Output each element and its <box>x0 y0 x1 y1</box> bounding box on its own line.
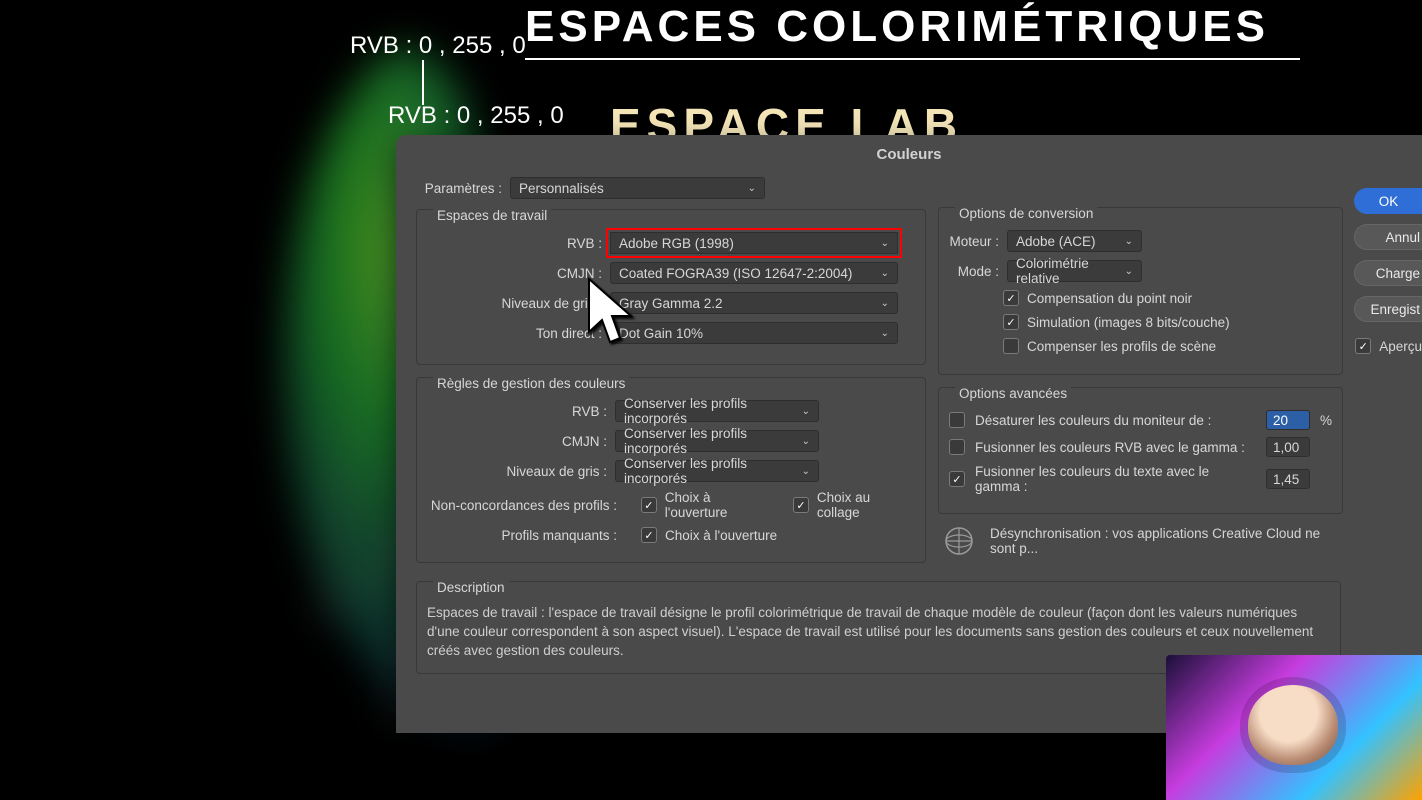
marker-line <box>422 60 424 105</box>
merge-txt-text: Fusionner les couleurs du texte avec le … <box>975 464 1256 494</box>
ws-spot-select[interactable]: Dot Gain 10% ⌄ <box>610 322 898 344</box>
ok-button[interactable]: OK <box>1354 188 1422 214</box>
title-rule <box>525 58 1300 60</box>
rgb-coordinates-2: RVB : 0 , 255 , 0 <box>388 102 564 130</box>
color-settings-dialog: Couleurs Paramètres : Personnalisés ⌄ Es… <box>396 135 1422 733</box>
desync-text: Désynchronisation : vos applications Cre… <box>990 526 1343 556</box>
chevron-down-icon: ⌄ <box>748 183 756 194</box>
merge-rvb-text: Fusionner les couleurs RVB avec le gamma… <box>975 440 1256 455</box>
ws-gray-label: Niveaux de gris : <box>427 296 602 311</box>
scene-text: Compenser les profils de scène <box>1027 339 1216 354</box>
sim-checkbox[interactable] <box>1003 314 1019 330</box>
rgb-coordinates-1: RVB : 0 , 255 , 0 <box>350 32 526 60</box>
desat-text: Désaturer les couleurs du moniteur de : <box>975 413 1256 428</box>
preview-checkbox[interactable] <box>1355 338 1371 354</box>
ws-rvb-select[interactable]: Adobe RGB (1998) ⌄ <box>610 232 898 254</box>
mismatch-open-checkbox[interactable] <box>641 497 657 513</box>
mode-value: Colorimétrie relative <box>1016 256 1119 286</box>
rules-fieldset: Règles de gestion des couleurs RVB : Con… <box>416 377 926 563</box>
chevron-down-icon: ⌄ <box>881 298 889 309</box>
desync-icon <box>944 526 974 556</box>
button-panel: OK Annul Charge Enregist <box>1354 188 1422 332</box>
ws-rvb-value: Adobe RGB (1998) <box>619 236 734 251</box>
rule-gray-select[interactable]: Conserver les profils incorporés ⌄ <box>615 460 819 482</box>
merge-txt-checkbox[interactable] <box>949 471 965 487</box>
rule-rvb-label: RVB : <box>427 404 607 419</box>
mismatch-paste-text: Choix au collage <box>817 490 915 520</box>
mismatch-open-text: Choix à l'ouverture <box>665 490 775 520</box>
conversion-fieldset: Options de conversion Moteur : Adobe (AC… <box>938 207 1343 375</box>
rules-legend: Règles de gestion des couleurs <box>433 376 629 391</box>
ws-spot-label: Ton direct : <box>427 326 602 341</box>
merge-txt-value-input[interactable]: 1,45 <box>1266 469 1310 489</box>
rule-rvb-value: Conserver les profils incorporés <box>624 396 796 426</box>
chevron-down-icon: ⌄ <box>1125 236 1133 247</box>
sim-text: Simulation (images 8 bits/couche) <box>1027 315 1230 330</box>
ws-rvb-label: RVB : <box>427 236 602 251</box>
bpc-checkbox[interactable] <box>1003 290 1019 306</box>
workspaces-legend: Espaces de travail <box>433 208 551 223</box>
workspaces-fieldset: Espaces de travail RVB : Adobe RGB (1998… <box>416 209 926 365</box>
scene-checkbox[interactable] <box>1003 338 1019 354</box>
ws-cmjn-label: CMJN : <box>427 266 602 281</box>
chevron-down-icon: ⌄ <box>881 238 889 249</box>
merge-rvb-value-input[interactable]: 1,00 <box>1266 437 1310 457</box>
page-title: ESPACES COLORIMÉTRIQUES <box>525 2 1269 52</box>
params-value: Personnalisés <box>519 181 604 196</box>
desat-value-input[interactable]: 20 <box>1266 410 1310 430</box>
chevron-down-icon: ⌄ <box>1125 266 1133 277</box>
missing-open-text: Choix à l'ouverture <box>665 528 777 543</box>
engine-select[interactable]: Adobe (ACE) ⌄ <box>1007 230 1142 252</box>
ws-cmjn-value: Coated FOGRA39 (ISO 12647-2:2004) <box>619 266 852 281</box>
rule-cmjn-select[interactable]: Conserver les profils incorporés ⌄ <box>615 430 819 452</box>
params-select[interactable]: Personnalisés ⌄ <box>510 177 765 199</box>
chevron-down-icon: ⌄ <box>802 436 810 447</box>
desc-legend: Description <box>433 580 509 595</box>
rule-cmjn-value: Conserver les profils incorporés <box>624 426 796 456</box>
desc-body: Espaces de travail : l'espace de travail… <box>427 604 1330 661</box>
cursor-icon <box>586 276 636 351</box>
mismatch-paste-checkbox[interactable] <box>793 497 809 513</box>
advanced-fieldset: Options avancées Désaturer les couleurs … <box>938 387 1343 514</box>
params-label: Paramètres : <box>424 181 502 196</box>
chevron-down-icon: ⌄ <box>802 466 810 477</box>
mode-label: Mode : <box>949 264 999 279</box>
mismatch-label: Non-concordances des profils : <box>427 498 617 513</box>
load-button[interactable]: Charge <box>1354 260 1422 286</box>
adv-legend: Options avancées <box>955 386 1071 401</box>
preview-label: Aperçu <box>1379 339 1422 354</box>
chevron-down-icon: ⌄ <box>881 268 889 279</box>
desat-checkbox[interactable] <box>949 412 965 428</box>
rule-rvb-select[interactable]: Conserver les profils incorporés ⌄ <box>615 400 819 422</box>
bpc-text: Compensation du point noir <box>1027 291 1192 306</box>
rule-gray-label: Niveaux de gris : <box>427 464 607 479</box>
mode-select[interactable]: Colorimétrie relative ⌄ <box>1007 260 1142 282</box>
cancel-button[interactable]: Annul <box>1354 224 1422 250</box>
rule-cmjn-label: CMJN : <box>427 434 607 449</box>
engine-value: Adobe (ACE) <box>1016 234 1096 249</box>
webcam-overlay <box>1166 655 1422 800</box>
missing-open-checkbox[interactable] <box>641 527 657 543</box>
rule-gray-value: Conserver les profils incorporés <box>624 456 796 486</box>
missing-label: Profils manquants : <box>427 528 617 543</box>
merge-rvb-checkbox[interactable] <box>949 439 965 455</box>
conv-legend: Options de conversion <box>955 206 1097 221</box>
chevron-down-icon: ⌄ <box>802 406 810 417</box>
ws-gray-select[interactable]: Gray Gamma 2.2 ⌄ <box>610 292 898 314</box>
engine-label: Moteur : <box>949 234 999 249</box>
preview-row: Aperçu <box>1355 338 1422 354</box>
ws-cmjn-select[interactable]: Coated FOGRA39 (ISO 12647-2:2004) ⌄ <box>610 262 898 284</box>
chevron-down-icon: ⌄ <box>881 328 889 339</box>
dialog-title: Couleurs <box>396 135 1422 163</box>
desat-unit: % <box>1320 413 1332 428</box>
save-button[interactable]: Enregist <box>1354 296 1422 322</box>
